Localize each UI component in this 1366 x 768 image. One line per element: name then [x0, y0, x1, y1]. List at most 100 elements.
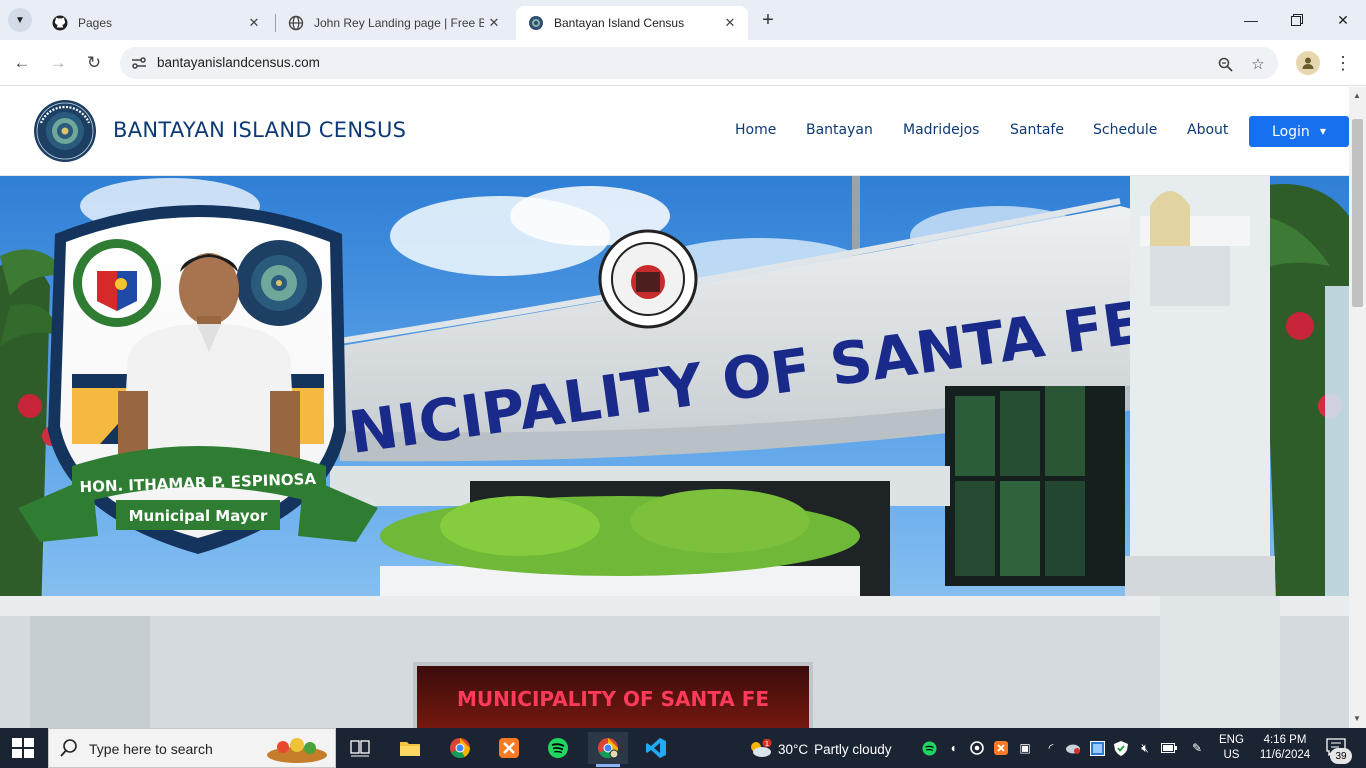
zoom-icon[interactable]: [1214, 53, 1236, 75]
address-bar[interactable]: bantayanislandcensus.com ☆: [120, 47, 1278, 79]
reload-icon: ↻: [86, 53, 102, 72]
svg-text:1: 1: [765, 740, 769, 748]
github-icon: [52, 15, 68, 31]
browser-menu-button[interactable]: ⋮: [1334, 51, 1352, 75]
language-indicator[interactable]: ENG US: [1219, 733, 1244, 763]
battery-icon[interactable]: [1161, 740, 1177, 756]
volume-muted-icon[interactable]: 🔇︎: [1137, 740, 1153, 756]
page-viewport: BANTAYAN ISLAND CENSUS Home Bantayan Mad…: [0, 87, 1366, 728]
chrome-button[interactable]: [440, 732, 480, 764]
search-placeholder: Type here to search: [89, 741, 213, 757]
close-icon: ✕: [1337, 11, 1349, 28]
nav-bantayan[interactable]: Bantayan: [806, 122, 873, 138]
login-label: Login: [1272, 123, 1310, 140]
language-region: US: [1223, 749, 1240, 761]
wifi-icon[interactable]: ◜: [1043, 740, 1059, 756]
task-view-icon: [350, 740, 370, 757]
minimize-button[interactable]: —: [1228, 0, 1274, 40]
xampp-icon: [499, 738, 519, 758]
profile-avatar[interactable]: [1296, 51, 1320, 75]
more-vertical-icon: ⋮: [1334, 52, 1352, 73]
reload-button[interactable]: ↻: [81, 50, 107, 76]
close-icon[interactable]: ✕: [244, 13, 264, 33]
municipal-hall-photo: NICIPALITY OF SANTA FE MUNICIPALITY OF S…: [0, 176, 1349, 728]
arrow-left-icon: ←: [13, 53, 31, 72]
headset-icon[interactable]: ◖: [945, 740, 961, 756]
tab-title: John Rey Landing page | Free B: [314, 16, 484, 30]
bookmark-star-icon[interactable]: ☆: [1247, 53, 1269, 75]
caret-down-icon: ▼: [1319, 127, 1326, 136]
census-logo[interactable]: [28, 99, 102, 163]
page-scrollbar[interactable]: ▲ ▼: [1349, 87, 1366, 728]
census-seal: [236, 240, 322, 326]
arrow-right-icon: →: [49, 53, 67, 72]
tab-pages[interactable]: Pages ✕: [40, 6, 272, 40]
scroll-down-icon[interactable]: ▼: [1353, 714, 1361, 723]
windows-taskbar: Type here to search 1 30°C Partly cloudy…: [0, 728, 1366, 768]
file-explorer-button[interactable]: [390, 732, 430, 764]
xampp-tray-icon[interactable]: [993, 740, 1009, 756]
cloud-sync-icon[interactable]: [1065, 740, 1081, 756]
weather-desc: Partly cloudy: [814, 741, 892, 757]
nav-madridejos[interactable]: Madridejos: [903, 122, 979, 138]
clock-time: 4:16 PM: [1263, 734, 1307, 746]
tab-title: Pages: [78, 16, 113, 30]
chrome-profile-button[interactable]: [588, 732, 628, 767]
search-highlight-icon: [267, 738, 327, 763]
site-favicon: [528, 15, 544, 31]
spotify-button[interactable]: [538, 732, 578, 764]
tab-john-rey[interactable]: John Rey Landing page | Free B ✕: [276, 6, 512, 40]
search-icon: [60, 739, 77, 757]
chevron-down-icon: ▼: [15, 14, 25, 26]
browser-toolbar: ← → ↻ bantayanislandcensus.com ☆ ⋮: [0, 40, 1366, 86]
xampp-button[interactable]: [489, 732, 529, 764]
santa-fe-seal: [73, 239, 161, 327]
close-icon[interactable]: ✕: [484, 13, 504, 33]
nav-santafe[interactable]: Santafe: [1010, 122, 1064, 138]
new-tab-button[interactable]: +: [756, 8, 780, 32]
site-header: BANTAYAN ISLAND CENSUS Home Bantayan Mad…: [0, 87, 1349, 176]
taskbar-search-box[interactable]: Type here to search: [48, 728, 336, 768]
scrollbar-thumb[interactable]: [1352, 119, 1363, 307]
weather-widget[interactable]: 1 30°C Partly cloudy: [748, 739, 891, 759]
nav-schedule[interactable]: Schedule: [1093, 122, 1157, 138]
tab-search-button[interactable]: ▼: [8, 8, 32, 32]
plus-icon: +: [762, 8, 774, 31]
back-button[interactable]: ←: [9, 50, 35, 76]
minimize-icon: —: [1244, 12, 1258, 28]
language-code: ENG: [1219, 734, 1244, 746]
security-shield-icon[interactable]: [1113, 740, 1129, 756]
task-view-button[interactable]: [340, 732, 380, 764]
globe-icon: [288, 15, 304, 31]
folder-icon: [400, 742, 420, 756]
person-icon: [1302, 57, 1314, 69]
pen-icon[interactable]: ✎: [1189, 740, 1205, 756]
clock-date: 11/6/2024: [1259, 749, 1311, 761]
vscode-button[interactable]: [636, 732, 676, 764]
tab-bantayan-census[interactable]: Bantayan Island Census ✕: [516, 6, 748, 40]
windows-start-icon[interactable]: [12, 738, 34, 758]
scroll-up-icon[interactable]: ▲: [1353, 91, 1361, 100]
spotify-tray-icon[interactable]: [921, 740, 937, 756]
restore-button[interactable]: [1274, 0, 1320, 40]
notification-count-badge: 39: [1330, 748, 1352, 764]
nav-home[interactable]: Home: [735, 122, 776, 138]
site-info-icon[interactable]: [130, 54, 148, 72]
window-close-button[interactable]: ✕: [1320, 0, 1366, 40]
hero-banner: NICIPALITY OF SANTA FE MUNICIPALITY OF S…: [0, 176, 1349, 728]
restore-icon: [1291, 14, 1303, 26]
meet-now-icon[interactable]: ▣: [1017, 740, 1033, 756]
partly-cloudy-icon: 1: [751, 739, 772, 757]
chrome-tray-icon[interactable]: [969, 740, 985, 756]
tab-title: Bantayan Island Census: [554, 16, 685, 30]
brand-name[interactable]: BANTAYAN ISLAND CENSUS: [113, 118, 406, 142]
login-dropdown-button[interactable]: Login ▼: [1249, 116, 1349, 147]
close-icon[interactable]: ✕: [720, 13, 740, 33]
nav-about[interactable]: About: [1187, 122, 1228, 138]
url-text: bantayanislandcensus.com: [157, 55, 320, 70]
building-windows: [945, 386, 1125, 586]
app-tray-icon[interactable]: [1089, 740, 1105, 756]
spotify-icon: [548, 738, 568, 758]
system-clock[interactable]: 4:16 PM 11/6/2024: [1253, 733, 1317, 763]
forward-button[interactable]: →: [45, 50, 71, 76]
